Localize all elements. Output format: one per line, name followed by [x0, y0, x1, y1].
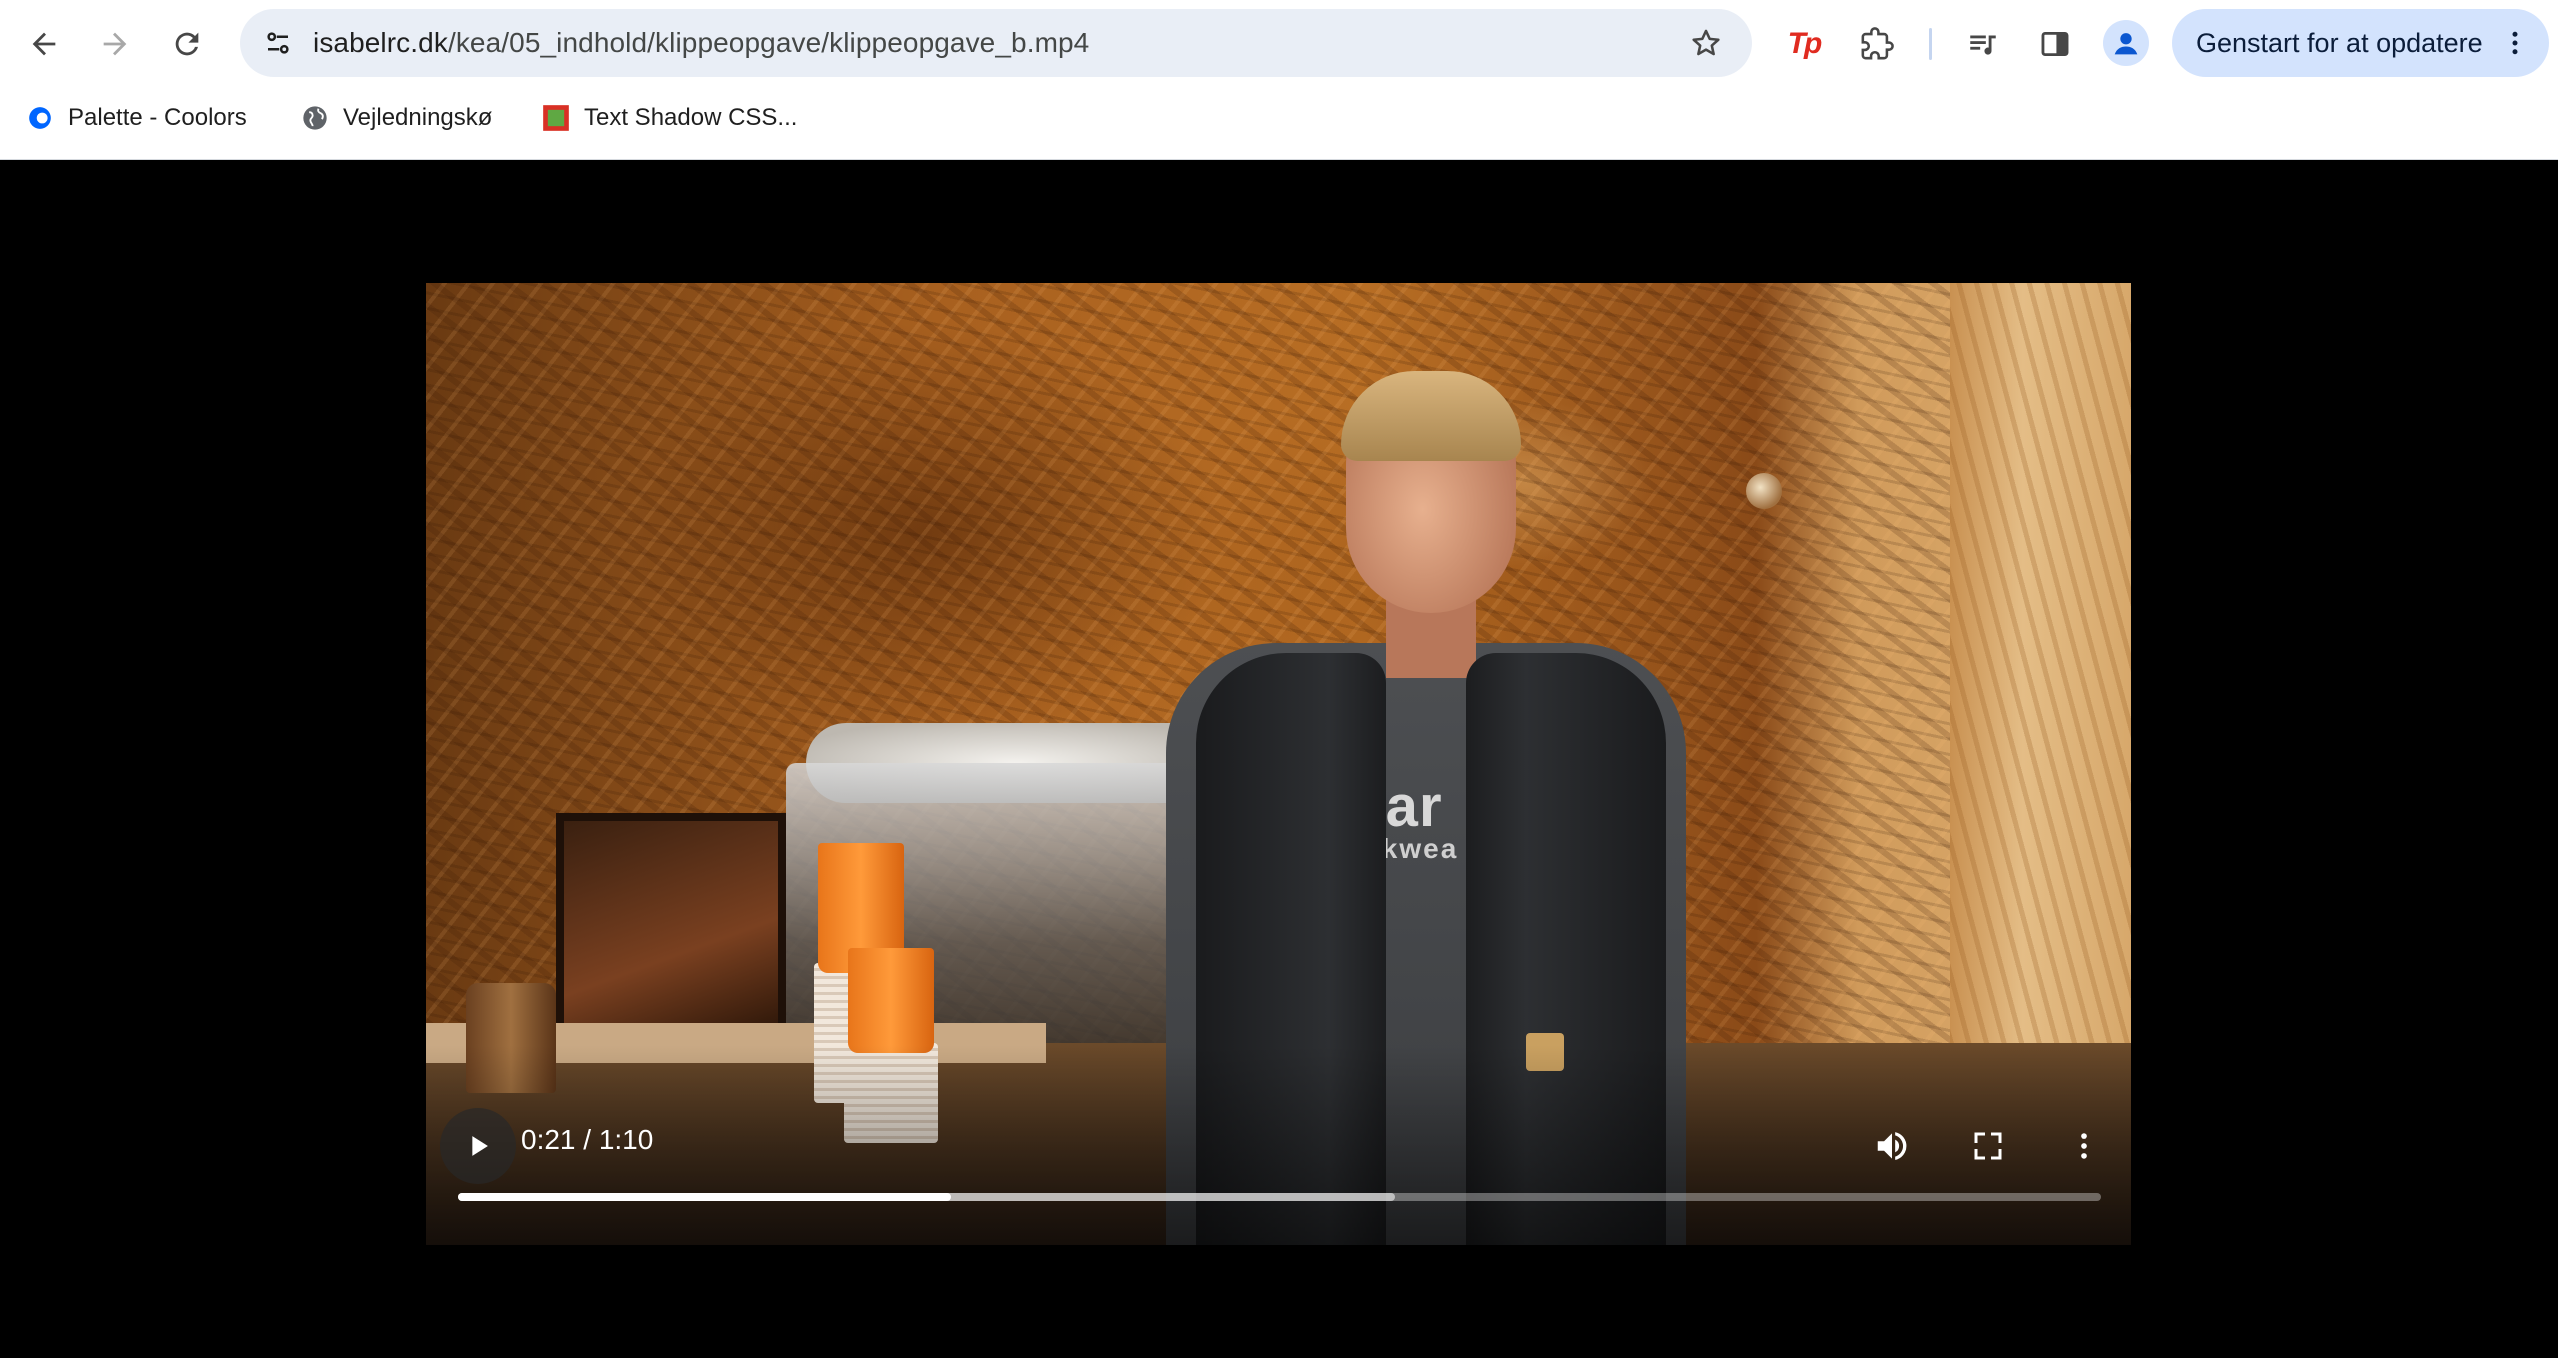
seek-bar[interactable] [458, 1193, 2101, 1201]
forward-button[interactable] [89, 18, 141, 70]
side-panel-button[interactable] [2029, 18, 2081, 70]
text-shadow-favicon-icon [542, 104, 570, 132]
media-controls-button[interactable] [1957, 18, 2009, 70]
url-text[interactable]: isabelrc.dk/kea/05_indhold/klippeopgave/… [313, 9, 1089, 77]
kebab-menu-icon [2512, 31, 2518, 55]
bookmark-label: Text Shadow CSS... [584, 104, 798, 131]
bookmark-label: Palette - Coolors [68, 104, 247, 131]
bookmark-star-icon [1692, 29, 1720, 56]
reload-icon [175, 32, 199, 56]
extension-tp-button[interactable]: Tp [1778, 18, 1830, 70]
video-player[interactable]: char workwea 0:21 / 1:10 [426, 283, 2131, 1245]
video-frame-wall-hole [1746, 473, 1782, 509]
bookmarks-bar: Palette - Coolors Vejledningskø Text Sha… [0, 92, 2558, 144]
browser-toolbar: isabelrc.dk/kea/05_indhold/klippeopgave/… [0, 0, 2558, 88]
bookmark-star-button[interactable] [1684, 21, 1728, 65]
browser-menu-button[interactable] [2495, 23, 2535, 63]
restart-update-button[interactable]: Genstart for at opdatere [2172, 9, 2549, 77]
bookmark-palette-coolors[interactable]: Palette - Coolors [26, 92, 247, 144]
back-arrow-icon [32, 32, 56, 56]
profile-button[interactable] [2103, 20, 2149, 66]
play-icon [472, 1136, 488, 1156]
bookmark-vejledningsko[interactable]: Vejledningskø [301, 92, 492, 144]
toolbar-divider [1929, 28, 1932, 60]
url-host: isabelrc.dk [313, 27, 448, 58]
media-controls-icon [1970, 35, 1996, 55]
volume-icon [1877, 1132, 1907, 1160]
browser-chrome: isabelrc.dk/kea/05_indhold/klippeopgave/… [0, 0, 2558, 160]
more-options-button[interactable] [2059, 1121, 2109, 1171]
time-display: 0:21 / 1:10 [521, 1124, 654, 1155]
globe-icon [301, 104, 329, 132]
kebab-menu-icon [2081, 1133, 2087, 1159]
play-button[interactable] [440, 1108, 516, 1184]
site-info-button[interactable] [254, 19, 302, 67]
coolors-icon [26, 104, 54, 132]
fullscreen-icon [1974, 1132, 2002, 1160]
mute-button[interactable] [1867, 1121, 1917, 1171]
tp-extension-icon: Tp [1787, 27, 1823, 60]
url-path: /kea/05_indhold/klippeopgave/klippeopgav… [447, 27, 1090, 58]
extensions-button[interactable] [1851, 18, 1903, 70]
side-panel-icon [2041, 31, 2069, 57]
seek-bar-played[interactable] [458, 1193, 951, 1201]
back-button[interactable] [18, 18, 70, 70]
video-frame-sign [556, 813, 786, 1043]
person-hair [1341, 371, 1521, 461]
puzzle-icon [1861, 27, 1894, 60]
video-page: char workwea 0:21 / 1:10 [0, 160, 2558, 1358]
profile-icon [2114, 33, 2138, 55]
bookmark-label: Vejledningskø [343, 104, 493, 131]
reload-button[interactable] [161, 18, 213, 70]
video-frame-orange-cups [848, 948, 934, 1053]
fullscreen-button[interactable] [1963, 1121, 2013, 1171]
restart-update-label: Genstart for at opdatere [2196, 28, 2483, 58]
address-bar[interactable]: isabelrc.dk/kea/05_indhold/klippeopgave/… [240, 9, 1752, 77]
bookmark-text-shadow-css[interactable]: Text Shadow CSS... [542, 92, 797, 144]
forward-arrow-icon [103, 32, 127, 56]
site-info-icon [267, 32, 289, 54]
